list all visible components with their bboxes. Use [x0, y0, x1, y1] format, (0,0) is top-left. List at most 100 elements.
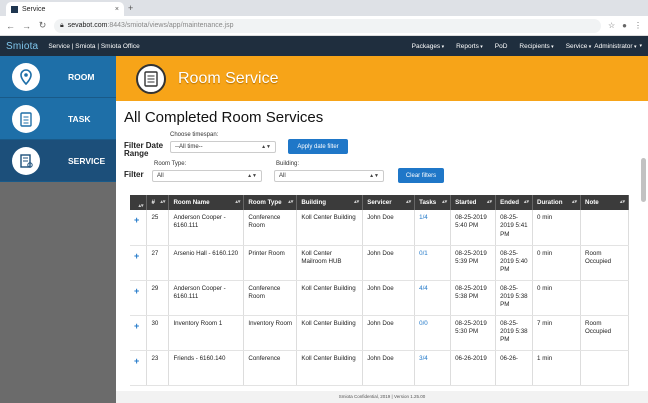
column-note[interactable]: Note ▴▾	[580, 195, 630, 210]
clear-filters-button[interactable]: Clear filters	[398, 168, 444, 183]
table-row[interactable]: + 25 Anderson Cooper - 6160.111 Conferen…	[130, 210, 630, 246]
sort-icon[interactable]: ▴▾	[160, 199, 165, 205]
cell-room-type: Printer Room	[243, 245, 298, 281]
browser-tab[interactable]: Service ×	[6, 2, 124, 16]
cell-tasks-link[interactable]: 3/4	[414, 350, 452, 386]
sort-icon[interactable]: ▴▾	[406, 199, 411, 205]
cell-room-type: Inventory Room	[243, 315, 298, 351]
cell-tasks-link[interactable]: 0/0	[414, 315, 452, 351]
filters-panel: Filter Date Range Choose timespan: --All…	[124, 132, 638, 187]
cell-ended: 08-25-2019 5:38 PM	[495, 315, 534, 351]
table-row[interactable]: + 23 Friends - 6160.140 Conference Koll …	[130, 350, 630, 386]
page-title: All Completed Room Services	[124, 109, 324, 126]
brand-logo[interactable]: Smiota	[6, 41, 38, 52]
column-servicer[interactable]: Servicer ▴▾	[362, 195, 416, 210]
cell-note	[580, 280, 630, 316]
filter-label: Filter	[124, 170, 144, 179]
browser-toolbar: ← → ↻ 🔒︎ sevabot.com:8443/smiota/views/a…	[0, 16, 648, 36]
sidebar-item-service[interactable]: SERVICE	[0, 140, 116, 182]
cell-building: Koll Center Building	[296, 315, 364, 351]
cell-tasks-link[interactable]: 4/4	[414, 280, 452, 316]
cell-started: 08-25-2019 5:30 PM	[450, 315, 497, 351]
menu-reports[interactable]: Reports	[456, 43, 483, 50]
column-started[interactable]: Started ▴▾	[450, 195, 497, 210]
cell-room-type: Conference Room	[243, 280, 298, 316]
menu-service[interactable]: Service	[566, 43, 592, 50]
cell-servicer: John Doe	[362, 280, 416, 316]
cell-servicer: John Doe	[362, 245, 416, 281]
timespan-select[interactable]: --All time-- ▲▼	[170, 141, 276, 153]
column-number[interactable]: # ▴▾	[146, 195, 170, 210]
sort-icon[interactable]: ▴▾	[524, 199, 529, 205]
sort-icon[interactable]: ▴▾	[138, 203, 143, 209]
table-row[interactable]: + 27 Arsenio Hall - 6160.120 Printer Roo…	[130, 245, 630, 281]
menu-packages[interactable]: Packages	[412, 43, 444, 50]
page-banner: Room Service	[116, 56, 648, 101]
expand-row-icon[interactable]: +	[134, 251, 139, 261]
expand-row-icon[interactable]: +	[134, 356, 139, 366]
sort-icon[interactable]: ▴▾	[487, 199, 492, 205]
room-type-value: All	[157, 173, 164, 179]
forward-icon[interactable]: →	[22, 21, 31, 31]
cell-room-name: Arsenio Hall - 6160.120	[168, 245, 245, 281]
sort-icon[interactable]: ▴▾	[235, 199, 240, 205]
cell-servicer: John Doe	[362, 315, 416, 351]
sidebar: ROOM TASK SERVICE	[0, 56, 116, 403]
column-room-type[interactable]: Room Type ▴▾	[243, 195, 298, 210]
table-row[interactable]: + 29 Anderson Cooper - 6160.111 Conferen…	[130, 280, 630, 316]
sort-icon[interactable]: ▴▾	[288, 199, 293, 205]
column-tasks[interactable]: Tasks ▴▾	[414, 195, 452, 210]
cell-number: 30	[146, 315, 170, 351]
cell-tasks-link[interactable]: 1/4	[414, 210, 452, 246]
room-type-select[interactable]: All ▲▼	[152, 170, 262, 182]
cell-note	[580, 350, 630, 386]
expand-row-icon[interactable]: +	[134, 321, 139, 331]
cell-building: Koll Center Building	[296, 280, 364, 316]
table-row[interactable]: + 30 Inventory Room 1 Inventory Room Kol…	[130, 315, 630, 351]
nav-menu: Packages Reports PoD Recipients Service …	[412, 43, 642, 50]
cell-started: 08-25-2019 5:38 PM	[450, 280, 497, 316]
expand-row-icon[interactable]: +	[134, 286, 139, 296]
menu-recipients[interactable]: Recipients	[519, 43, 553, 50]
cell-started: 08-25-2019 5:40 PM	[450, 210, 497, 246]
timespan-value: --All time--	[175, 144, 203, 150]
expand-row-icon[interactable]: +	[134, 215, 139, 225]
building-select[interactable]: All ▲▼	[274, 170, 384, 182]
apply-date-filter-button[interactable]: Apply date filter	[288, 139, 348, 154]
address-bar[interactable]: 🔒︎ sevabot.com:8443/smiota/views/app/mai…	[54, 18, 601, 33]
building-value: All	[279, 173, 286, 179]
sidebar-item-label: TASK	[68, 113, 91, 124]
column-room-name[interactable]: Room Name ▴▾	[168, 195, 245, 210]
reload-icon[interactable]: ↻	[38, 20, 47, 31]
cell-number: 23	[146, 350, 170, 386]
tab-close-icon[interactable]: ×	[115, 6, 119, 13]
cell-tasks-link[interactable]: 0/1	[414, 245, 452, 281]
content-area: All Completed Room Services Filter Date …	[116, 101, 638, 391]
cell-number: 29	[146, 280, 170, 316]
browser-menu-icon[interactable]: ⋮	[634, 21, 642, 30]
sidebar-item-task[interactable]: TASK	[0, 98, 116, 140]
sidebar-item-label: ROOM	[68, 71, 95, 82]
sort-icon[interactable]: ▴▾	[620, 199, 625, 205]
nav-title: Service | Smiota | Smiota Office	[48, 42, 140, 50]
services-table: ▴▾ # ▴▾ Room Name ▴▾ Room Type ▴▾ Building ▴…	[130, 195, 630, 386]
sort-icon[interactable]: ▴▾	[442, 199, 447, 205]
back-icon[interactable]: ←	[6, 21, 15, 31]
sidebar-item-room[interactable]: ROOM	[0, 56, 116, 98]
column-ended[interactable]: Ended ▴▾	[495, 195, 534, 210]
profile-icon[interactable]: ●	[622, 21, 627, 30]
scrollbar-thumb[interactable]	[641, 158, 646, 202]
cell-started: 06-26-2019	[450, 350, 497, 386]
menu-pod[interactable]: PoD	[495, 43, 508, 50]
url-host: sevabot.com	[67, 22, 108, 29]
menu-administrator[interactable]: Administrator	[594, 43, 636, 50]
column-duration[interactable]: Duration ▴▾	[532, 195, 581, 210]
sort-icon[interactable]: ▴▾	[354, 199, 359, 205]
chevron-updown-icon: ▲▼	[261, 144, 271, 150]
new-tab-button[interactable]: +	[128, 3, 133, 13]
sort-icon[interactable]: ▴▾	[572, 199, 577, 205]
building-label: Building:	[276, 161, 300, 167]
bookmark-star-icon[interactable]: ☆	[608, 21, 615, 30]
cell-room-type: Conference	[243, 350, 298, 386]
column-building[interactable]: Building ▴▾	[296, 195, 364, 210]
